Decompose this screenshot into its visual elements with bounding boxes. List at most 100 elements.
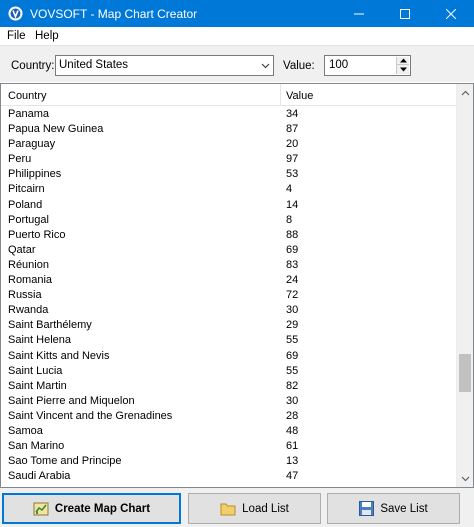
cell-country: Saudi Arabia	[8, 470, 71, 483]
country-selected-value: United States	[59, 59, 129, 71]
cell-value: 28	[286, 409, 299, 422]
create-map-chart-button[interactable]: Create Map Chart	[2, 493, 181, 524]
table-row[interactable]: Qatar 69	[1, 242, 456, 257]
value-label: Value:	[283, 60, 315, 72]
cell-value: 20	[286, 138, 299, 151]
maximize-icon	[400, 8, 410, 19]
cell-country: Pitcairn	[8, 183, 45, 196]
vertical-scrollbar[interactable]	[456, 84, 473, 487]
cell-value: 14	[286, 198, 299, 211]
table-row[interactable]: Saudi Arabia 47	[1, 468, 456, 483]
table-row[interactable]: Réunion 83	[1, 257, 456, 272]
cell-country: Saint Martin	[8, 379, 67, 392]
country-list-view[interactable]: Country Value Panama 34 Papua New Guinea 87…	[0, 83, 474, 488]
value-spinner	[396, 57, 409, 74]
scroll-thumb[interactable]	[459, 354, 471, 392]
chevron-down-icon	[261, 61, 270, 73]
table-row[interactable]: Russia 72	[1, 287, 456, 302]
arrow-down-icon	[399, 67, 407, 71]
cell-country: Poland	[8, 198, 43, 211]
menu-help[interactable]: Help	[35, 30, 59, 42]
list-header: Country Value	[1, 84, 456, 106]
folder-icon	[220, 502, 236, 516]
minimize-icon	[354, 13, 364, 14]
cell-country: Sao Tome and Principe	[8, 455, 122, 468]
table-row[interactable]: Puerto Rico 88	[1, 227, 456, 242]
cell-value: 83	[286, 258, 299, 271]
cell-value: 72	[286, 289, 299, 302]
table-row[interactable]: Saint Pierre and Miquelon 30	[1, 393, 456, 408]
cell-country: Russia	[8, 289, 42, 302]
window-title: VOVSOFT - Map Chart Creator	[30, 7, 198, 21]
country-label: Country:	[11, 60, 55, 72]
load-list-label: Load List	[242, 502, 289, 515]
map-chart-icon	[33, 501, 49, 517]
scroll-up-button[interactable]	[457, 84, 473, 101]
cell-value: 97	[286, 153, 299, 166]
table-row[interactable]: Sao Tome and Principe 13	[1, 453, 456, 468]
list-rows: Panama 34 Papua New Guinea 87 Paraguay 20 Peru…	[1, 106, 456, 483]
title-bar: VOVSOFT - Map Chart Creator	[0, 0, 474, 27]
table-row[interactable]: Saint Vincent and the Grenadines 28	[1, 408, 456, 423]
table-row[interactable]: Romania 24	[1, 272, 456, 287]
country-dropdown[interactable]: United States	[55, 55, 274, 76]
table-row[interactable]: Samoa 48	[1, 423, 456, 438]
table-row[interactable]: San Marino 61	[1, 438, 456, 453]
cell-value: 55	[286, 334, 299, 347]
value-field-text: 100	[329, 59, 349, 71]
cell-country: Saint Vincent and the Grenadines	[8, 409, 173, 422]
table-row[interactable]: Saint Helena 55	[1, 332, 456, 347]
cell-country: Saint Lucia	[8, 364, 63, 377]
column-divider[interactable]	[280, 84, 281, 106]
table-row[interactable]: Panama 34	[1, 106, 456, 121]
cell-value: 55	[286, 364, 299, 377]
menu-file[interactable]: File	[7, 30, 26, 42]
cell-value: 13	[286, 455, 299, 468]
table-row[interactable]: Saint Martin 82	[1, 378, 456, 393]
cell-country: Portugal	[8, 213, 49, 226]
table-row[interactable]: Rwanda 30	[1, 302, 456, 317]
column-header-country[interactable]: Country	[8, 90, 47, 102]
table-row[interactable]: Peru 97	[1, 151, 456, 166]
cell-country: Peru	[8, 153, 32, 166]
minimize-button[interactable]	[336, 0, 382, 27]
save-list-button[interactable]: Save List	[327, 493, 460, 524]
table-row[interactable]: Poland 14	[1, 197, 456, 212]
cell-value: 69	[286, 243, 299, 256]
table-row[interactable]: Portugal 8	[1, 212, 456, 227]
cell-country: Philippines	[8, 168, 62, 181]
maximize-button[interactable]	[382, 0, 428, 27]
table-row[interactable]: Saint Lucia 55	[1, 363, 456, 378]
cell-country: Réunion	[8, 258, 49, 271]
load-list-button[interactable]: Load List	[188, 493, 321, 524]
cell-value: 4	[286, 183, 293, 196]
cell-value: 34	[286, 108, 299, 120]
cell-country: Qatar	[8, 243, 36, 256]
save-list-label: Save List	[380, 502, 428, 515]
cell-value: 82	[286, 379, 299, 392]
chevron-down-icon	[461, 476, 470, 481]
cell-value: 30	[286, 394, 299, 407]
spin-down-button[interactable]	[397, 65, 409, 73]
cell-value: 87	[286, 123, 299, 136]
table-row[interactable]: Philippines 53	[1, 166, 456, 181]
action-bar: Create Map Chart Load List Save List	[0, 488, 474, 527]
scroll-down-button[interactable]	[457, 470, 473, 487]
close-button[interactable]	[428, 0, 474, 27]
table-row[interactable]: Paraguay 20	[1, 136, 456, 151]
menu-bar: File Help	[0, 27, 474, 45]
cell-country: Saint Barthélemy	[8, 319, 92, 332]
column-header-value[interactable]: Value	[286, 90, 313, 102]
create-map-chart-label: Create Map Chart	[54, 502, 151, 515]
table-row[interactable]: Pitcairn 4	[1, 181, 456, 196]
cell-country: Saint Pierre and Miquelon	[8, 394, 135, 407]
cell-country: Saint Helena	[8, 334, 71, 347]
table-row[interactable]: Saint Kitts and Nevis 69	[1, 348, 456, 363]
value-spin-input[interactable]: 100	[324, 55, 411, 76]
spin-up-button[interactable]	[397, 57, 409, 65]
cell-country: San Marino	[8, 440, 65, 453]
table-row[interactable]: Saint Barthélemy 29	[1, 317, 456, 332]
cell-value: 24	[286, 274, 299, 287]
cell-value: 8	[286, 213, 293, 226]
table-row[interactable]: Papua New Guinea 87	[1, 121, 456, 136]
